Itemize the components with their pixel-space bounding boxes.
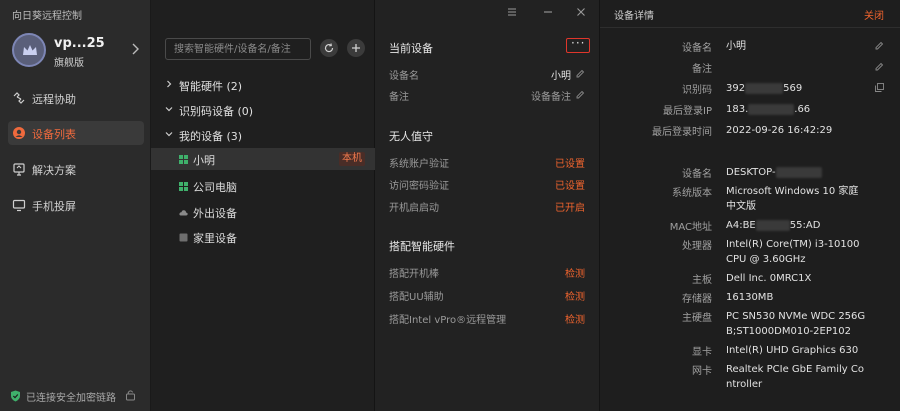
profile-edition: 旗舰版 bbox=[54, 58, 84, 69]
details-title: 设备详情 bbox=[614, 11, 654, 22]
windows-icon bbox=[179, 155, 188, 164]
device-item-home[interactable]: 家里设备 bbox=[151, 226, 375, 248]
sidebar-item-label: 远程协助 bbox=[32, 93, 76, 106]
screen-cast-icon bbox=[12, 199, 26, 212]
redacted-mask bbox=[748, 103, 795, 115]
device-item-office-pc[interactable]: 公司电脑 bbox=[151, 175, 375, 197]
refresh-icon bbox=[324, 43, 334, 53]
more-options-button[interactable]: ··· bbox=[566, 36, 590, 53]
device-label: 小明 bbox=[193, 154, 215, 167]
chevron-down-icon bbox=[165, 107, 173, 112]
sidebar-item-solution[interactable]: 解决方案 bbox=[8, 157, 144, 181]
profile-name: vp...25 bbox=[54, 36, 105, 51]
group-label: 智能硬件 (2) bbox=[179, 80, 243, 93]
unattended-access-password[interactable]: 访问密码验证 已设置 bbox=[389, 177, 585, 193]
current-device-panel: 当前设备 ··· 设备名 小明 备注 设备备注 无人值守 系统账户验证 已设置 … bbox=[375, 0, 600, 411]
current-device-title: 当前设备 bbox=[389, 42, 433, 55]
minimize-icon[interactable] bbox=[542, 6, 554, 18]
unattended-title: 无人值守 bbox=[389, 130, 433, 143]
chevron-right-icon bbox=[132, 43, 139, 55]
smart-hardware-title: 搭配智能硬件 bbox=[389, 240, 455, 253]
group-label: 识别码设备 (0) bbox=[179, 105, 254, 118]
chevron-right-icon bbox=[167, 80, 172, 88]
hardware-intel-vpro[interactable]: 搭配Intel vPro®远程管理 检测 bbox=[389, 311, 585, 327]
device-item-xiaoming[interactable]: 小明 本机 bbox=[151, 148, 375, 170]
plus-icon bbox=[352, 44, 360, 52]
chevron-down-icon bbox=[165, 132, 173, 137]
device-label: 家里设备 bbox=[193, 232, 237, 245]
edit-icon[interactable] bbox=[875, 41, 884, 50]
edit-icon[interactable] bbox=[576, 90, 585, 99]
close-details-button[interactable]: 关闭 bbox=[864, 7, 884, 22]
field-device-note: 备注 设备备注 bbox=[389, 88, 585, 104]
sidebar-item-label: 设备列表 bbox=[32, 128, 76, 141]
unattended-auto-start[interactable]: 开机启启动 已开启 bbox=[389, 199, 585, 215]
group-label: 我的设备 (3) bbox=[179, 130, 243, 143]
cloud-icon bbox=[179, 210, 188, 216]
details-header: 设备详情 关闭 bbox=[600, 0, 900, 28]
shield-check-icon bbox=[11, 390, 20, 402]
sidebar: 向日葵远程控制 vp...25 旗舰版 远程协助 设备列表 解决方案 手机投屏 … bbox=[0, 0, 151, 411]
hardware-power-stick[interactable]: 搭配开机棒 检测 bbox=[389, 265, 585, 281]
sidebar-item-screen-cast[interactable]: 手机投屏 bbox=[8, 193, 144, 217]
device-details-panel: 设备详情 关闭 设备名 小明 备注 识别码 392 569 最后登录IP 183.… bbox=[600, 0, 900, 411]
redacted-mask bbox=[745, 82, 784, 94]
device-list-panel: 智能硬件 (2) 识别码设备 (0) 我的设备 (3) 小明 本机 公司电脑 外… bbox=[151, 0, 375, 411]
offline-device-icon bbox=[179, 233, 188, 242]
profile-card[interactable]: vp...25 旗舰版 bbox=[12, 32, 142, 70]
avatar bbox=[12, 33, 46, 67]
crown-icon bbox=[23, 45, 37, 55]
sidebar-item-label: 手机投屏 bbox=[32, 200, 76, 213]
solution-icon bbox=[13, 163, 25, 176]
sidebar-item-device-list[interactable]: 设备列表 bbox=[8, 121, 144, 145]
refresh-button[interactable] bbox=[320, 39, 338, 57]
device-list-icon bbox=[13, 127, 25, 139]
copy-icon[interactable] bbox=[875, 83, 884, 92]
redacted-mask bbox=[775, 166, 822, 178]
remote-assist-icon bbox=[13, 92, 25, 104]
device-label: 公司电脑 bbox=[193, 181, 237, 194]
more-icon: ··· bbox=[571, 36, 586, 50]
search-input[interactable] bbox=[165, 38, 311, 60]
sidebar-item-remote-assist[interactable]: 远程协助 bbox=[8, 86, 144, 110]
device-label: 外出设备 bbox=[193, 207, 237, 220]
field-device-name: 设备名 小明 bbox=[389, 67, 585, 83]
edit-icon[interactable] bbox=[576, 69, 585, 78]
edit-icon[interactable] bbox=[875, 62, 884, 71]
windows-icon bbox=[179, 182, 188, 191]
local-machine-badge: 本机 bbox=[339, 152, 365, 166]
device-item-travel[interactable]: 外出设备 bbox=[151, 201, 375, 223]
close-icon[interactable] bbox=[575, 6, 587, 18]
unattended-system-account[interactable]: 系统账户验证 已设置 bbox=[389, 155, 585, 171]
sidebar-item-label: 解决方案 bbox=[32, 164, 76, 177]
menu-icon[interactable] bbox=[506, 6, 518, 18]
lock-icon[interactable] bbox=[125, 389, 136, 401]
redacted-mask bbox=[755, 219, 790, 231]
hardware-uu-assist[interactable]: 搭配UU辅助 检测 bbox=[389, 288, 585, 304]
add-device-button[interactable] bbox=[347, 39, 365, 57]
secure-connection-label: 已连接安全加密链路 bbox=[26, 393, 116, 404]
app-title: 向日葵远程控制 bbox=[12, 11, 82, 22]
